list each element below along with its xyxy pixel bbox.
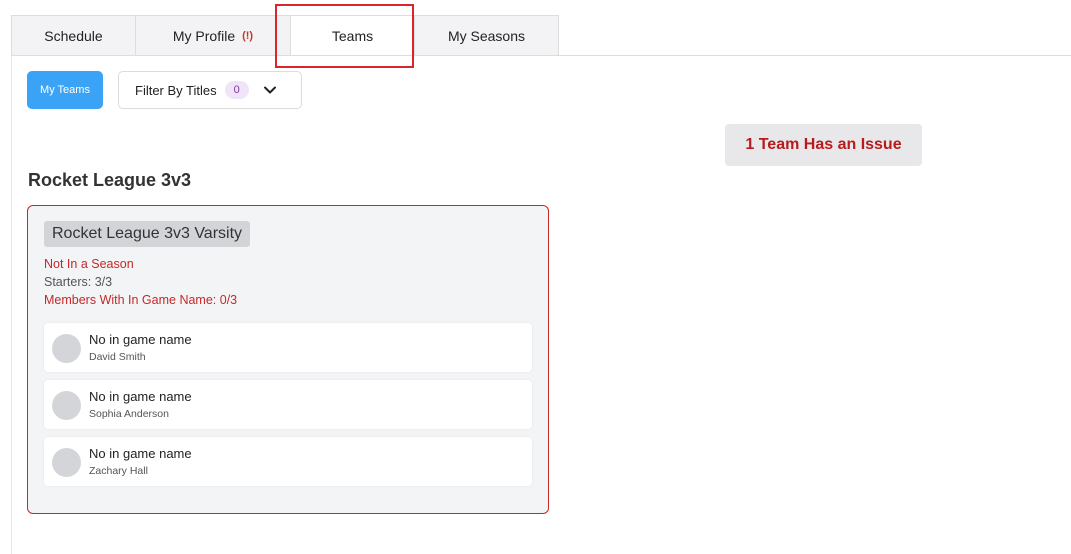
tab-my-profile[interactable]: My Profile (!) — [136, 15, 291, 56]
profile-alert-icon: (!) — [242, 29, 254, 42]
avatar — [52, 448, 81, 477]
filter-by-titles-label: Filter By Titles — [135, 82, 217, 98]
member-name: David Smith — [89, 351, 146, 363]
member-in-game-name: No in game name — [89, 446, 192, 461]
member-row[interactable]: No in game name Sophia Anderson — [44, 380, 532, 429]
member-in-game-name: No in game name — [89, 389, 192, 404]
filter-by-titles-dropdown[interactable]: Filter By Titles 0 — [118, 71, 302, 109]
avatar — [52, 334, 81, 363]
tab-teams[interactable]: Teams — [291, 15, 415, 57]
member-name: Sophia Anderson — [89, 408, 169, 420]
tab-schedule-label: Schedule — [44, 27, 103, 44]
tab-my-seasons-label: My Seasons — [447, 27, 526, 44]
tab-my-seasons[interactable]: My Seasons — [415, 15, 559, 56]
avatar — [52, 391, 81, 420]
game-section-title: Rocket League 3v3 — [28, 170, 192, 190]
team-issue-badge[interactable]: 1 Team Has an Issue — [725, 124, 922, 166]
member-row[interactable]: No in game name Zachary Hall — [44, 437, 532, 486]
tab-bar-divider — [11, 55, 1071, 56]
member-in-game-name: No in game name — [89, 332, 192, 347]
starters-count: Starters: 3/3 — [44, 275, 113, 289]
team-name: Rocket League 3v3 Varsity — [44, 221, 251, 247]
members-ign-count: Members With In Game Name: 0/3 — [44, 293, 238, 307]
tab-bar: Schedule My Profile (!) Teams My Seasons — [11, 15, 559, 57]
chevron-down-icon — [263, 86, 276, 94]
content-left-rule — [11, 55, 12, 554]
tab-schedule[interactable]: Schedule — [11, 15, 136, 56]
season-status: Not In a Season — [44, 257, 134, 271]
my-teams-button[interactable]: My Teams — [27, 71, 103, 109]
filter-count-badge: 0 — [224, 81, 249, 99]
member-name: Zachary Hall — [89, 465, 148, 477]
tab-teams-label: Teams — [331, 28, 374, 44]
member-row[interactable]: No in game name David Smith — [44, 323, 532, 372]
team-card[interactable]: Rocket League 3v3 Varsity Not In a Seaso… — [27, 205, 549, 514]
tab-my-profile-label: My Profile — [172, 27, 236, 44]
